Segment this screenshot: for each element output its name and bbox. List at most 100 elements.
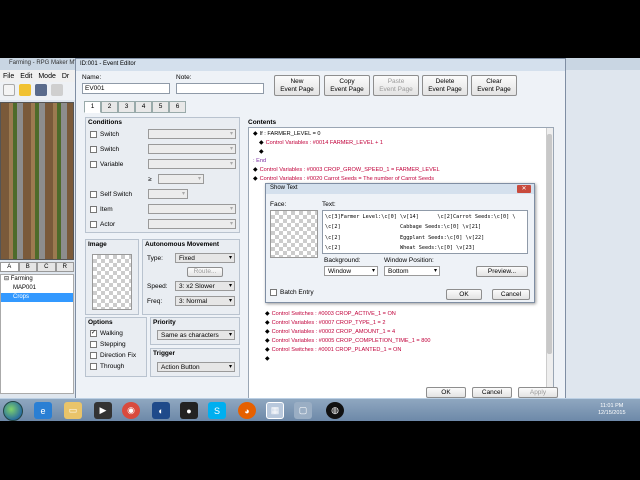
tileset-tab-c[interactable]: C [37,262,56,272]
preview-button[interactable]: Preview... [476,266,528,277]
option-walking[interactable]: ✓ Walking [90,330,123,337]
close-icon[interactable]: ✕ [517,185,531,193]
browser-icon[interactable]: ◐ [152,402,170,419]
event-image-preview[interactable] [92,254,132,310]
skype-icon[interactable]: S [208,402,226,419]
tree-item-crops[interactable]: Crops [1,293,73,302]
tileset-tab-r[interactable]: R [55,262,74,272]
checkbox[interactable] [90,191,97,198]
content-line[interactable]: ◆ Control Variables : #0007 CROP_TYPE_1 =… [265,319,385,328]
condition-self-switch[interactable]: Self Switch [90,191,132,198]
new-project-icon[interactable] [3,84,15,96]
cut-icon[interactable] [51,84,63,96]
switch-1-select[interactable] [148,129,236,139]
system-clock[interactable]: 11:01 PM 12/15/2015 [598,403,626,417]
show-text-ok-button[interactable]: OK [446,289,482,300]
priority-select[interactable]: Same as characters [157,330,235,340]
page-tab-3[interactable]: 3 [118,101,135,113]
content-line[interactable]: ◆ [265,355,272,364]
cancel-button[interactable]: Cancel [472,387,512,398]
batch-entry-checkbox[interactable]: Batch Entry [270,289,314,296]
self-switch-select[interactable] [148,189,188,199]
variable-select[interactable] [148,159,236,169]
tree-item-map001[interactable]: MAP001 [1,284,73,293]
route-button[interactable]: Route... [187,267,223,277]
movement-type-select[interactable]: Fixed [175,253,235,263]
show-text-cancel-button[interactable]: Cancel [492,289,530,300]
trigger-select[interactable]: Action Button [157,362,235,372]
event-name-field[interactable]: EV001 [82,83,170,94]
condition-switch-1[interactable]: Switch [90,131,119,138]
app-icon[interactable]: ● [180,402,198,419]
save-icon[interactable] [35,84,47,96]
tileset-tab-a[interactable]: A [0,262,19,272]
checkbox[interactable] [270,289,277,296]
content-line[interactable]: ◆ Control Variables : #0003 CROP_GROW_SPE… [253,166,440,175]
tileset-palette[interactable] [0,102,74,260]
checkbox[interactable] [90,206,97,213]
menu-draw[interactable]: Dr [62,73,69,80]
page-tab-2[interactable]: 2 [101,101,118,113]
content-line[interactable]: ◆ Control Switches : #0001 CROP_PLANTED_1… [265,346,401,355]
option-direction-fix[interactable]: Direction Fix [90,352,136,359]
page-tab-6[interactable]: 6 [169,101,186,113]
media-player-icon[interactable]: ▶ [94,402,112,419]
obs-icon[interactable]: ◍ [326,402,344,419]
checkbox-checked[interactable]: ✓ [90,330,97,337]
condition-switch-2[interactable]: Switch [90,146,119,153]
switch-2-select[interactable] [148,144,236,154]
internet-explorer-icon[interactable]: e [34,402,52,419]
checkbox[interactable] [90,352,97,359]
actor-select[interactable] [148,219,236,229]
movement-freq-select[interactable]: 3: Normal [175,296,235,306]
variable-value-field[interactable] [158,174,204,184]
condition-variable[interactable]: Variable [90,161,123,168]
content-line[interactable]: ◆ Control Switches : #0003 CROP_ACTIVE_1 … [265,310,396,319]
background-select[interactable]: Window [324,266,378,276]
window-icon[interactable]: ▢ [294,402,312,419]
ok-button[interactable]: OK [426,387,466,398]
menu-edit[interactable]: Edit [20,73,32,80]
paste-event-page-button[interactable]: Paste Event Page [373,75,419,96]
content-line[interactable]: ◆ Control Variables : #0014 FARMER_LEVEL … [259,139,383,148]
file-explorer-icon[interactable]: ▭ [64,402,82,419]
menu-mode[interactable]: Mode [38,73,56,80]
checkbox[interactable] [90,146,97,153]
checkbox[interactable] [90,161,97,168]
event-note-field[interactable] [176,83,264,94]
content-line[interactable]: ◆ Control Variables : #0002 CROP_AMOUNT_1… [265,328,395,337]
start-button-icon[interactable] [3,401,23,421]
page-tab-1[interactable]: 1 [84,101,101,113]
new-event-page-button[interactable]: New Event Page [274,75,320,96]
option-through[interactable]: Through [90,363,124,370]
content-line[interactable]: ◆ If : FARMER_LEVEL = 0 [253,130,321,139]
condition-actor[interactable]: Actor [90,221,115,228]
open-folder-icon[interactable] [19,84,31,96]
item-select[interactable] [148,204,236,214]
checkbox[interactable] [90,131,97,138]
delete-event-page-button[interactable]: Delete Event Page [422,75,468,96]
clear-event-page-button[interactable]: Clear Event Page [471,75,517,96]
content-line[interactable]: : End [253,157,266,166]
menu-file[interactable]: File [3,73,14,80]
option-stepping[interactable]: Stepping [90,341,126,348]
rpg-maker-icon[interactable]: ▦ [266,402,284,419]
condition-item[interactable]: Item [90,206,113,213]
message-text-area[interactable]: \c[3]Farmer Level:\c[0] \v[14] \c[2]Carr… [322,210,528,254]
checkbox[interactable] [90,221,97,228]
firefox-icon[interactable]: ◕ [238,402,256,419]
tileset-tab-b[interactable]: B [18,262,37,272]
contents-scroll-thumb[interactable] [547,134,552,354]
apply-button[interactable]: Apply [518,387,558,398]
checkbox[interactable] [90,363,97,370]
face-preview[interactable] [270,210,318,258]
window-position-select[interactable]: Bottom [384,266,440,276]
page-tab-4[interactable]: 4 [135,101,152,113]
checkbox[interactable] [90,341,97,348]
copy-event-page-button[interactable]: Copy Event Page [324,75,370,96]
content-line[interactable]: ◆ [259,148,266,157]
tree-item-project[interactable]: ⊟ Farming [1,275,73,284]
page-tab-5[interactable]: 5 [152,101,169,113]
chrome-icon[interactable]: ◉ [122,402,140,419]
movement-speed-select[interactable]: 3: x2 Slower [175,281,235,291]
